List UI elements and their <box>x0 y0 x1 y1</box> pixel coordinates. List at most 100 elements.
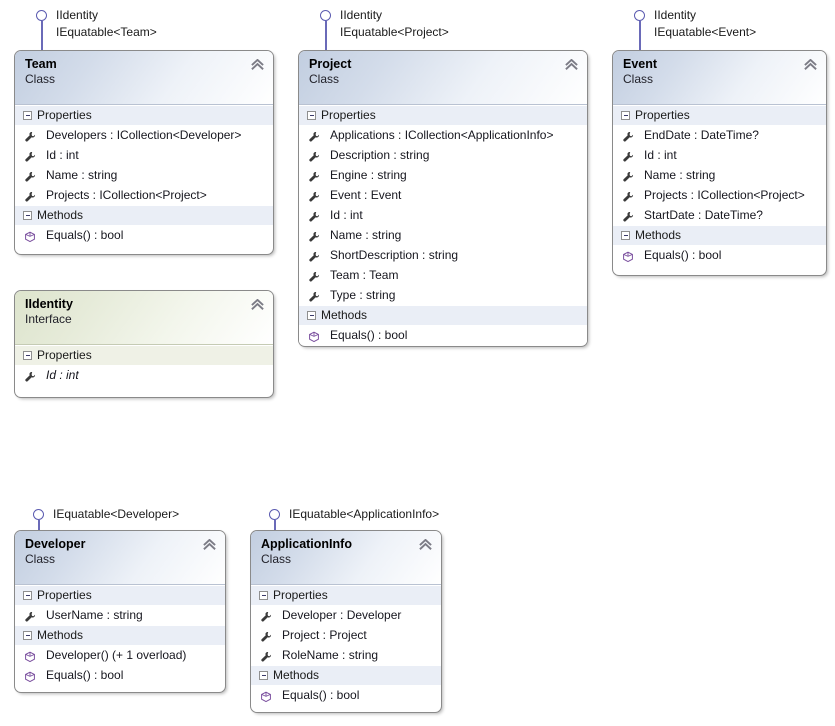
type-kind: Class <box>623 72 654 86</box>
type-kind: Interface <box>25 312 72 326</box>
minus-box-icon[interactable] <box>621 111 630 120</box>
realized-interface-labels: IIdentity IEquatable<Event> <box>654 7 756 41</box>
member-row[interactable]: Event : Event <box>299 185 587 205</box>
wrench-icon <box>308 169 320 182</box>
wrench-icon <box>622 169 634 182</box>
minus-box-icon[interactable] <box>23 591 32 600</box>
uml-class-event[interactable]: Event Class Properties EndDate : DateTime? I… <box>612 50 827 276</box>
member-label: Name : string <box>46 168 118 182</box>
uml-class-applicationinfo[interactable]: ApplicationInfo Class Properties Developer … <box>250 530 442 713</box>
member-row[interactable]: Equals() : bool <box>299 325 587 345</box>
member-row[interactable]: Name : string <box>613 165 826 185</box>
compartment-label: Methods <box>37 208 84 222</box>
type-name: Team <box>25 57 57 71</box>
minus-box-icon[interactable] <box>307 111 316 120</box>
compartment-label: Methods <box>321 308 368 322</box>
uml-header-applicationinfo: ApplicationInfo Class <box>251 531 441 585</box>
wrench-icon <box>260 609 272 622</box>
uml-class-developer[interactable]: Developer Class Properties UserName : strin… <box>14 530 226 693</box>
member-row[interactable]: Developers : ICollection<Developer> <box>15 125 273 145</box>
member-label: Equals() : bool <box>46 228 124 242</box>
double-chevron-up-icon[interactable] <box>203 538 216 550</box>
compartment-label: Methods <box>37 628 84 642</box>
wrench-icon <box>622 129 634 142</box>
minus-box-icon[interactable] <box>23 111 32 120</box>
minus-box-icon[interactable] <box>23 631 32 640</box>
member-row[interactable]: Description : string <box>299 145 587 165</box>
member-row[interactable]: Developer() (+ 1 overload) <box>15 645 225 665</box>
compartment-header-methods[interactable]: Methods <box>15 625 225 645</box>
wrench-icon <box>24 609 36 622</box>
member-row[interactable]: Developer : Developer <box>251 605 441 625</box>
uml-interface-iidentity[interactable]: IIdentity Interface Properties Id : int <box>14 290 274 398</box>
compartment-header-properties[interactable]: Properties <box>299 105 587 125</box>
member-label: Type : string <box>330 288 396 302</box>
member-label: Applications : ICollection<ApplicationIn… <box>330 128 554 142</box>
cube-icon <box>308 329 320 343</box>
minus-box-icon[interactable] <box>259 671 268 680</box>
compartment-header-properties[interactable]: Properties <box>15 105 273 125</box>
member-row[interactable]: UserName : string <box>15 605 225 625</box>
minus-box-icon[interactable] <box>307 311 316 320</box>
member-list: Developer() (+ 1 overload) Equals() : boo… <box>15 645 225 685</box>
minus-box-icon[interactable] <box>23 351 32 360</box>
member-row[interactable]: Engine : string <box>299 165 587 185</box>
compartment-header-properties[interactable]: Properties <box>613 105 826 125</box>
minus-box-icon[interactable] <box>259 591 268 600</box>
wrench-icon <box>24 369 36 382</box>
compartment-header-methods[interactable]: Methods <box>299 305 587 325</box>
class-diagram-canvas: IIdentity IEquatable<Team> Team Class Proper… <box>0 0 835 726</box>
cube-icon <box>260 689 272 703</box>
type-kind: Class <box>25 72 56 86</box>
double-chevron-up-icon[interactable] <box>251 298 264 310</box>
compartment-header-properties[interactable]: Properties <box>251 585 441 605</box>
member-label: Id : int <box>46 148 79 162</box>
member-row[interactable]: Equals() : bool <box>15 665 225 685</box>
double-chevron-up-icon[interactable] <box>419 538 432 550</box>
member-row[interactable]: EndDate : DateTime? <box>613 125 826 145</box>
compartment-header-methods[interactable]: Methods <box>15 205 273 225</box>
member-row[interactable]: Projects : ICollection<Project> <box>613 185 826 205</box>
member-row[interactable]: Name : string <box>299 225 587 245</box>
member-row[interactable]: StartDate : DateTime? <box>613 205 826 225</box>
wrench-icon <box>308 209 320 222</box>
member-row[interactable]: Team : Team <box>299 265 587 285</box>
member-row[interactable]: RoleName : string <box>251 645 441 665</box>
compartment-header-properties[interactable]: Properties <box>15 585 225 605</box>
compartment-header-methods[interactable]: Methods <box>613 225 826 245</box>
member-row[interactable]: Id : int <box>613 145 826 165</box>
member-list: Equals() : bool <box>15 225 273 245</box>
member-label: Id : int <box>330 208 363 222</box>
member-row[interactable]: Equals() : bool <box>613 245 826 265</box>
double-chevron-up-icon[interactable] <box>565 58 578 70</box>
minus-box-icon[interactable] <box>23 211 32 220</box>
member-row[interactable]: Project : Project <box>251 625 441 645</box>
double-chevron-up-icon[interactable] <box>251 58 264 70</box>
member-list: Developers : ICollection<Developer> Id : … <box>15 125 273 205</box>
member-row[interactable]: Type : string <box>299 285 587 305</box>
compartment-label: Properties <box>37 108 92 122</box>
member-row[interactable]: Id : int <box>15 365 273 385</box>
minus-box-icon[interactable] <box>621 231 630 240</box>
member-row[interactable]: ShortDescription : string <box>299 245 587 265</box>
uml-class-project[interactable]: Project Class Properties Applications : ICo… <box>298 50 588 347</box>
member-row[interactable]: Id : int <box>299 205 587 225</box>
member-row[interactable]: Name : string <box>15 165 273 185</box>
interface-lollipop-icon <box>36 10 47 21</box>
compartment-header-methods[interactable]: Methods <box>251 665 441 685</box>
realized-interface-label: IEquatable<ApplicationInfo> <box>289 507 440 521</box>
double-chevron-up-icon[interactable] <box>804 58 817 70</box>
member-row[interactable]: Projects : ICollection<Project> <box>15 185 273 205</box>
uml-class-team[interactable]: Team Class Properties Developers : ICollect… <box>14 50 274 255</box>
member-row[interactable]: Equals() : bool <box>251 685 441 705</box>
member-label: Description : string <box>330 148 430 162</box>
member-list: EndDate : DateTime? Id : int Name : string… <box>613 125 826 225</box>
member-row[interactable]: Equals() : bool <box>15 225 273 245</box>
compartment-header-properties[interactable]: Properties <box>15 345 273 365</box>
wrench-icon <box>308 229 320 242</box>
wrench-icon <box>260 649 272 662</box>
member-row[interactable]: Applications : ICollection<ApplicationIn… <box>299 125 587 145</box>
wrench-icon <box>308 189 320 202</box>
member-label: Projects : ICollection<Project> <box>644 188 805 202</box>
member-row[interactable]: Id : int <box>15 145 273 165</box>
